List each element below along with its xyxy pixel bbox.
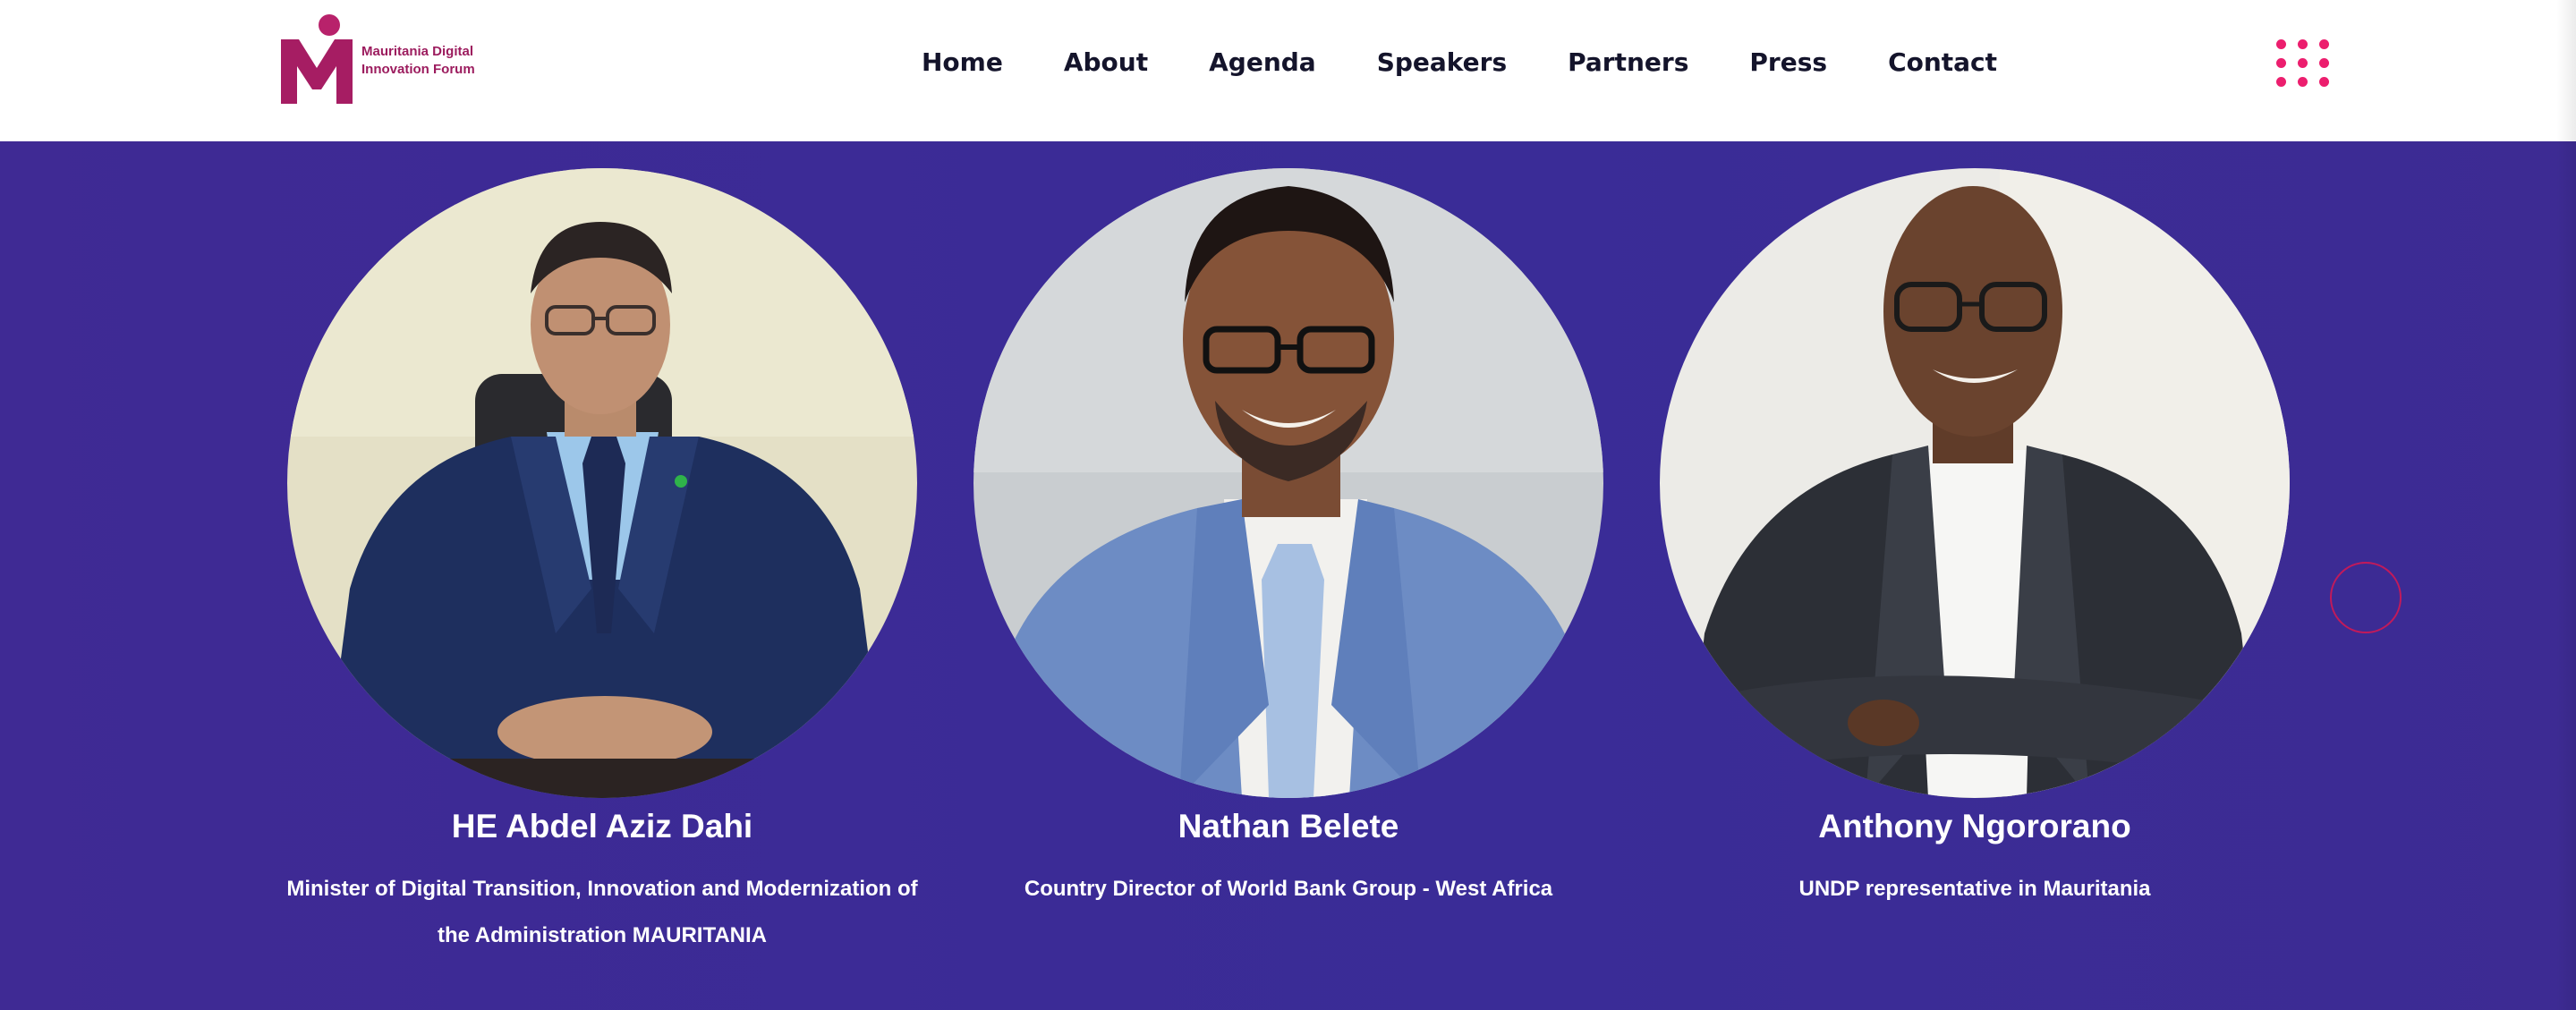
nav-press[interactable]: Press: [1749, 47, 1827, 77]
speaker-role: Minister of Digital Transition, Innovati…: [280, 866, 924, 959]
nav-partners[interactable]: Partners: [1568, 47, 1688, 77]
logo-text-line2: Innovation Forum: [361, 62, 475, 77]
nav-agenda[interactable]: Agenda: [1209, 47, 1316, 77]
logo-text: Mauritania Digital Innovation Forum: [361, 43, 475, 79]
speaker-role-line: Minister of Digital Transition, Innovati…: [286, 877, 918, 901]
grid-dots-icon[interactable]: [2276, 39, 2334, 88]
nav-about[interactable]: About: [1064, 47, 1148, 77]
site-header: Mauritania Digital Innovation Forum Home…: [0, 0, 2576, 141]
site-logo[interactable]: Mauritania Digital Innovation Forum: [279, 13, 476, 106]
speaker-role: UNDP representative in Mauritania: [1653, 866, 2297, 912]
speaker-role-line: UNDP representative in Mauritania: [1798, 877, 2151, 901]
speaker-name: Nathan Belete: [1177, 808, 1399, 844]
logo-text-line1: Mauritania Digital: [361, 44, 474, 59]
nav-home[interactable]: Home: [922, 47, 1003, 77]
speaker-photo: [1660, 168, 2290, 798]
speaker-photo: [287, 168, 917, 798]
scrollbar-edge: [2556, 0, 2576, 1010]
nav-contact[interactable]: Contact: [1888, 47, 1997, 77]
main-nav: Home About Agenda Speakers Partners Pres…: [922, 0, 1997, 123]
nav-speakers[interactable]: Speakers: [1377, 47, 1507, 77]
speaker-photo: [973, 168, 1603, 798]
speaker-name: Anthony Ngororano: [1818, 808, 2131, 844]
speaker-role: Country Director of World Bank Group - W…: [966, 866, 1611, 912]
speaker-role-line: the Administration MAURITANIA: [438, 923, 767, 947]
speaker-card[interactable]: Nathan Belete Country Director of World …: [966, 168, 1611, 912]
speakers-section: HE Abdel Aziz Dahi Minister of Digital T…: [0, 141, 2576, 1010]
speaker-role-line: Country Director of World Bank Group - W…: [1024, 877, 1553, 901]
speaker-card[interactable]: Anthony Ngororano UNDP representative in…: [1653, 168, 2297, 912]
speaker-card[interactable]: HE Abdel Aziz Dahi Minister of Digital T…: [280, 168, 924, 959]
speaker-name: HE Abdel Aziz Dahi: [451, 808, 753, 844]
carousel-cursor-ring[interactable]: [2330, 562, 2402, 633]
logo-m-icon: [281, 14, 353, 104]
